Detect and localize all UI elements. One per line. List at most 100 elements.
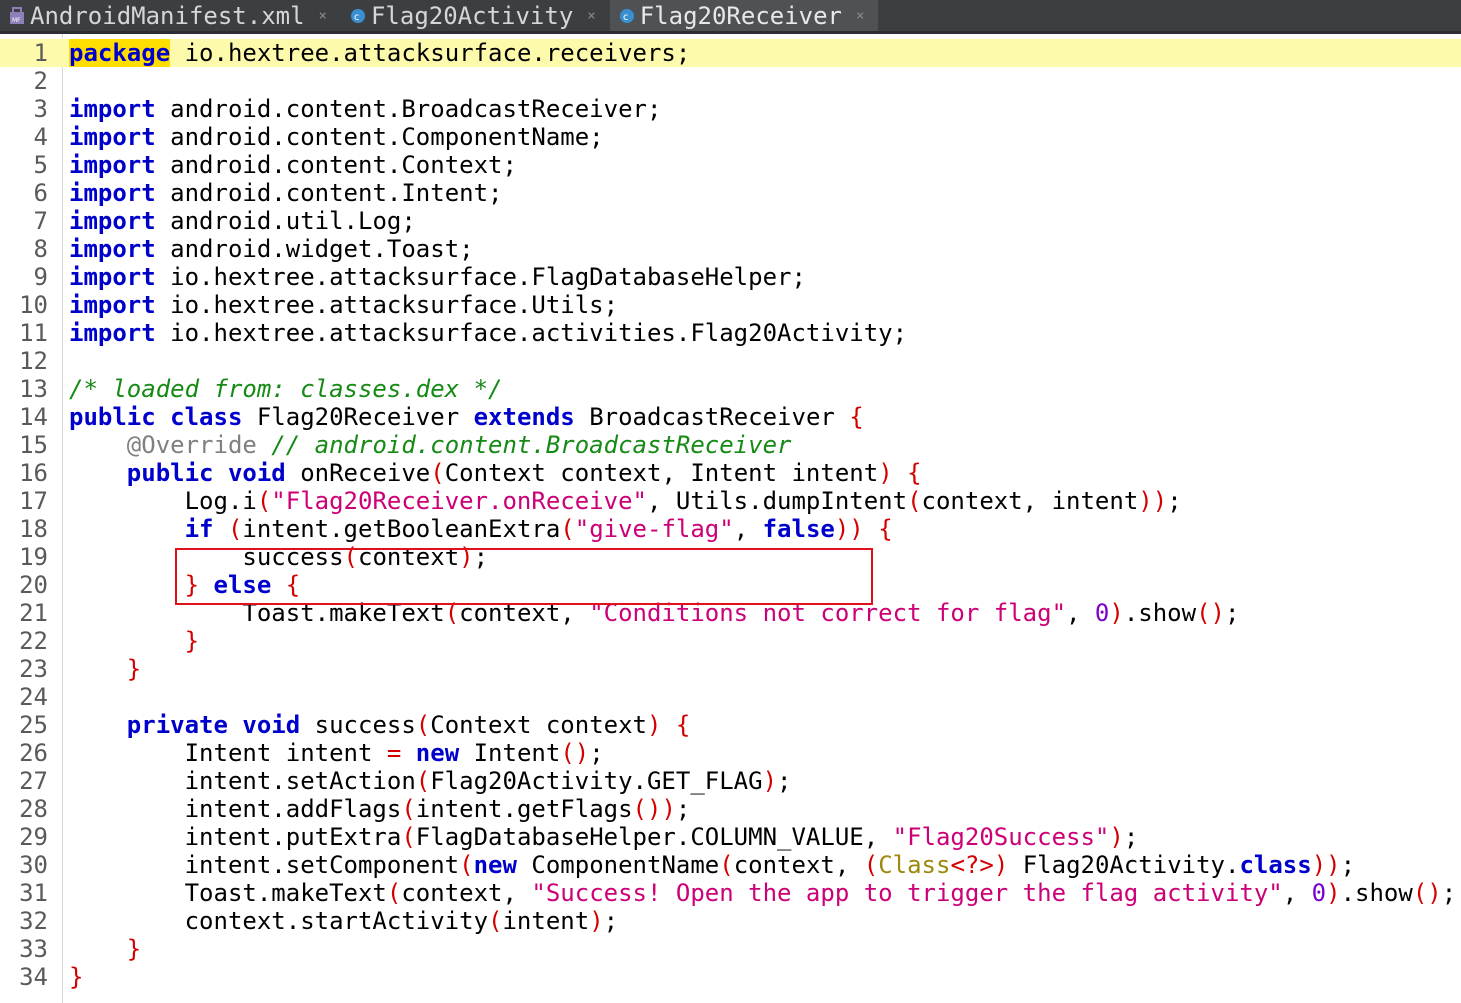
code-line[interactable]: 32 context.startActivity(intent); bbox=[0, 907, 1461, 935]
code-token: )) bbox=[1311, 851, 1341, 879]
code-token: new bbox=[415, 739, 460, 767]
code-line[interactable]: 4 import android.content.ComponentName; bbox=[0, 123, 1461, 151]
code-token: package bbox=[69, 39, 171, 67]
tab-android-manifest[interactable]: MF AndroidManifest.xml × bbox=[0, 0, 341, 31]
code-line[interactable]: 10 import io.hextree.attacksurface.Utils; bbox=[0, 291, 1461, 319]
code-text: Toast.makeText(context, "Success! Open t… bbox=[69, 879, 1457, 907]
code-token: } bbox=[184, 571, 200, 599]
code-line[interactable]: 3 import android.content.BroadcastReceive… bbox=[0, 95, 1461, 123]
code-line[interactable]: 33 } bbox=[0, 935, 1461, 963]
code-line[interactable]: 5 import android.content.Context; bbox=[0, 151, 1461, 179]
code-token: ( bbox=[415, 711, 431, 739]
code-line[interactable]: 21 Toast.makeText(context, "Conditions n… bbox=[0, 599, 1461, 627]
line-number: 11 bbox=[19, 319, 48, 347]
code-token: )) bbox=[834, 515, 864, 543]
close-icon[interactable]: × bbox=[856, 8, 864, 24]
code-line[interactable]: 12 bbox=[0, 347, 1461, 375]
code-token: import bbox=[69, 207, 156, 235]
line-number: 32 bbox=[19, 907, 48, 935]
code-token: } bbox=[126, 935, 142, 963]
code-line[interactable]: 15 @Override // android.content.Broadcas… bbox=[0, 431, 1461, 459]
line-number: 15 bbox=[19, 431, 48, 459]
code-text: private void success(Context context) { bbox=[69, 711, 691, 739]
code-token: intent.setComponent bbox=[69, 851, 460, 879]
code-text: Toast.makeText(context, "Conditions not … bbox=[69, 599, 1239, 627]
code-token: ) bbox=[1326, 879, 1341, 907]
code-line[interactable]: 19 success(context); bbox=[0, 543, 1461, 571]
code-line[interactable]: 8 import android.widget.Toast; bbox=[0, 235, 1461, 263]
code-token: intent.addFlags bbox=[69, 795, 402, 823]
code-line[interactable]: 24 bbox=[0, 683, 1461, 711]
code-line[interactable]: 34} bbox=[0, 963, 1461, 991]
code-token: // android.content.BroadcastReceiver bbox=[271, 431, 792, 459]
code-token: false bbox=[762, 515, 835, 543]
close-icon[interactable]: × bbox=[587, 8, 595, 24]
code-token: , Utils.dumpIntent bbox=[646, 487, 908, 515]
code-text: } bbox=[69, 655, 141, 683]
code-token: { bbox=[907, 459, 922, 487]
manifest-file-icon: MF bbox=[6, 6, 28, 26]
code-token: ; bbox=[473, 543, 489, 571]
line-number: 4 bbox=[33, 123, 48, 151]
code-token: ; bbox=[1167, 487, 1182, 515]
code-line[interactable]: 29 intent.putExtra(FlagDatabaseHelper.CO… bbox=[0, 823, 1461, 851]
code-line[interactable]: 1 package io.hextree.attacksurface.receiv… bbox=[0, 39, 1461, 67]
code-line[interactable]: 2 bbox=[0, 67, 1461, 95]
code-line[interactable]: 20 } else { bbox=[0, 571, 1461, 599]
code-token: { bbox=[285, 571, 301, 599]
code-token: , bbox=[733, 515, 763, 543]
code-lines[interactable]: 1 package io.hextree.attacksurface.receiv… bbox=[0, 39, 1461, 991]
code-token: context, intent bbox=[921, 487, 1139, 515]
code-token: ( bbox=[386, 879, 402, 907]
close-icon[interactable]: × bbox=[319, 8, 327, 24]
line-number: 25 bbox=[19, 711, 48, 739]
code-line[interactable]: 25 private void success(Context context)… bbox=[0, 711, 1461, 739]
code-text: /* loaded from: classes.dex */ bbox=[69, 375, 502, 403]
code-token: class bbox=[1239, 851, 1312, 879]
code-line[interactable]: 30 intent.setComponent(new ComponentName… bbox=[0, 851, 1461, 879]
code-token: android.content.ComponentName; bbox=[155, 123, 604, 151]
code-text: import android.util.Log; bbox=[69, 207, 416, 235]
code-token: Intent bbox=[459, 739, 561, 767]
code-line[interactable]: 6 import android.content.Intent; bbox=[0, 179, 1461, 207]
code-token: success bbox=[300, 711, 416, 739]
code-token: context, bbox=[401, 879, 532, 907]
code-text: import android.content.Context; bbox=[69, 151, 517, 179]
code-line[interactable]: 9 import io.hextree.attacksurface.FlagDat… bbox=[0, 263, 1461, 291]
tab-flag20-receiver[interactable]: c Flag20Receiver × bbox=[609, 0, 879, 31]
code-line[interactable]: 17 Log.i("Flag20Receiver.onReceive", Uti… bbox=[0, 487, 1461, 515]
code-token: ( bbox=[401, 795, 416, 823]
tab-flag20-activity[interactable]: c Flag20Activity × bbox=[341, 0, 610, 31]
code-token: extends bbox=[473, 403, 575, 431]
code-token: ; bbox=[675, 795, 691, 823]
code-line[interactable]: 28 intent.addFlags(intent.getFlags()); bbox=[0, 795, 1461, 823]
code-token: () bbox=[1196, 599, 1225, 627]
code-line[interactable]: 11 import io.hextree.attacksurface.activi… bbox=[0, 319, 1461, 347]
code-line[interactable]: 7 import android.util.Log; bbox=[0, 207, 1461, 235]
code-line[interactable]: 22 } bbox=[0, 627, 1461, 655]
code-token: = bbox=[386, 739, 402, 767]
code-editor[interactable]: 1 package io.hextree.attacksurface.receiv… bbox=[0, 34, 1461, 1003]
code-token: ; bbox=[589, 739, 604, 767]
code-line[interactable]: 31 Toast.makeText(context, "Success! Ope… bbox=[0, 879, 1461, 907]
code-line[interactable]: 18 if (intent.getBooleanExtra("give-flag… bbox=[0, 515, 1461, 543]
line-number: 5 bbox=[33, 151, 48, 179]
code-token: ( bbox=[444, 599, 460, 627]
code-token: intent.setAction bbox=[69, 767, 416, 795]
code-text: } bbox=[69, 627, 199, 655]
code-text: import io.hextree.attacksurface.FlagData… bbox=[69, 263, 806, 291]
code-line[interactable]: 23 } bbox=[0, 655, 1461, 683]
line-number: 14 bbox=[19, 403, 48, 431]
code-text: } else { bbox=[69, 571, 301, 599]
code-line[interactable]: 26 Intent intent = new Intent(); bbox=[0, 739, 1461, 767]
code-line[interactable]: 16 public void onReceive(Context context… bbox=[0, 459, 1461, 487]
line-number: 6 bbox=[33, 179, 48, 207]
code-line[interactable]: 14 public class Flag20Receiver extends Br… bbox=[0, 403, 1461, 431]
code-line[interactable]: 27 intent.setAction(Flag20Activity.GET_F… bbox=[0, 767, 1461, 795]
code-line[interactable]: 13 /* loaded from: classes.dex */ bbox=[0, 375, 1461, 403]
